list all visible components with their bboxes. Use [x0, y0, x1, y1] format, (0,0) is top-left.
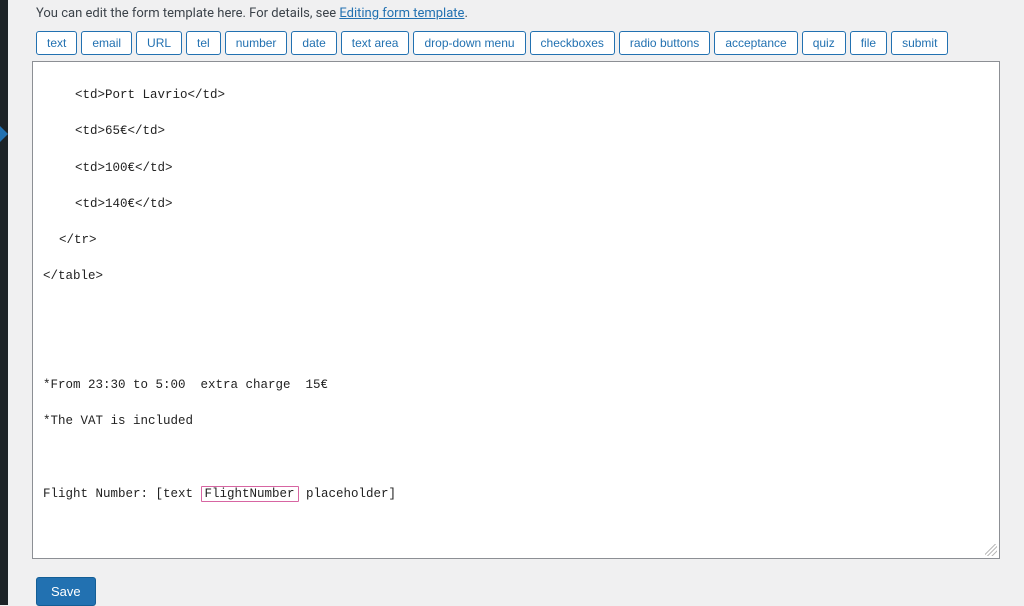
tag-button-textarea[interactable]: text area [341, 31, 410, 55]
code-line: <td>Port Lavrio</td> [43, 86, 989, 104]
code-line: <td>140€</td> [43, 195, 989, 213]
code-line: </tr> [43, 231, 989, 249]
code-line: <td>100€</td> [43, 159, 989, 177]
code-line: *The VAT is included [43, 412, 989, 430]
code-line: <td>65€</td> [43, 122, 989, 140]
tag-button-radio[interactable]: radio buttons [619, 31, 710, 55]
tag-button-submit[interactable]: submit [891, 31, 948, 55]
tag-button-checkboxes[interactable]: checkboxes [530, 31, 615, 55]
code-line: *From 23:30 to 5:00 extra charge 15€ [43, 376, 989, 394]
tag-button-quiz[interactable]: quiz [802, 31, 846, 55]
intro-suffix: . [464, 6, 467, 21]
code-line [43, 304, 989, 322]
current-menu-marker-icon [0, 126, 8, 142]
resize-grip-icon[interactable] [985, 544, 997, 556]
form-template-editor[interactable]: <td>Port Lavrio</td> <td>65€</td> <td>10… [32, 61, 1000, 559]
field-token-flightnumber: FlightNumber [201, 486, 299, 502]
tag-button-email[interactable]: email [81, 31, 132, 55]
tag-button-text[interactable]: text [36, 31, 77, 55]
tag-button-date[interactable]: date [291, 31, 336, 55]
tag-button-url[interactable]: URL [136, 31, 182, 55]
tag-button-tel[interactable]: tel [186, 31, 221, 55]
code-line [43, 521, 989, 539]
field-token-name: text-907 [133, 558, 201, 559]
tag-button-dropdown[interactable]: drop-down menu [413, 31, 525, 55]
tag-button-file[interactable]: file [850, 31, 887, 55]
save-button[interactable]: Save [36, 577, 96, 606]
tag-generator-row: text email URL tel number date text area… [28, 31, 1004, 61]
admin-menu-rail [0, 0, 8, 605]
code-line [43, 449, 989, 467]
tag-button-acceptance[interactable]: acceptance [714, 31, 797, 55]
code-line: Flight Number: [text FlightNumber placeh… [43, 485, 989, 503]
code-line [43, 340, 989, 358]
code-line: </table> [43, 267, 989, 285]
form-intro-text: You can edit the form template here. For… [28, 0, 1004, 31]
tag-button-number[interactable]: number [225, 31, 288, 55]
editing-template-link[interactable]: Editing form template [339, 6, 464, 21]
code-line: Name: [text text-907 placeholder "Name"] [43, 557, 989, 559]
intro-prefix: You can edit the form template here. For… [36, 6, 339, 21]
